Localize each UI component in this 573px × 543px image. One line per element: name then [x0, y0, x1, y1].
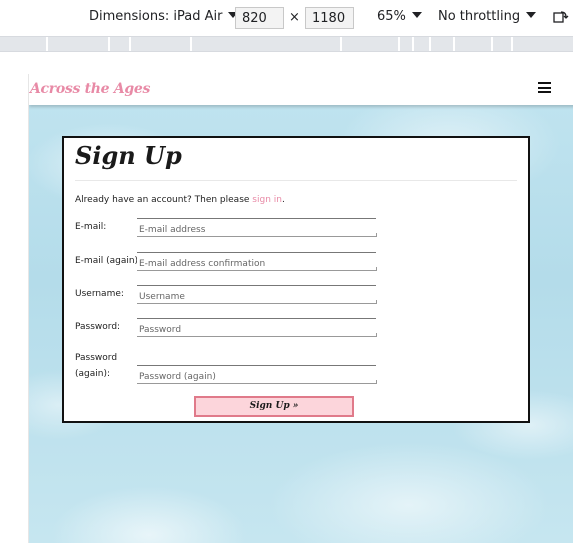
- dimensions-label: Dimensions: iPad Air: [89, 9, 223, 24]
- signup-button[interactable]: Sign Up »: [194, 396, 354, 417]
- email-again-field[interactable]: [137, 252, 377, 273]
- site-navbar: Across the Ages: [29, 74, 573, 105]
- password-again-label: Password (again):: [75, 350, 117, 382]
- password-input[interactable]: [137, 321, 376, 339]
- page-title: Sign Up: [75, 141, 182, 170]
- throttling-label: No throttling: [438, 9, 521, 24]
- username-field[interactable]: [137, 285, 377, 306]
- signin-prompt-text: Already have an account? Then please: [75, 195, 253, 205]
- site-logo[interactable]: Across the Ages: [30, 81, 150, 97]
- chevron-down-icon: [411, 12, 422, 18]
- divider: [75, 180, 517, 181]
- signin-link[interactable]: sign in: [252, 195, 282, 205]
- password-again-label-line2: (again):: [75, 369, 111, 379]
- dimension-separator: ×: [289, 10, 300, 25]
- password-field[interactable]: [137, 318, 377, 339]
- chevron-down-icon: [526, 12, 537, 18]
- signin-prompt-end: .: [281, 195, 285, 205]
- password-again-input[interactable]: [137, 368, 376, 386]
- throttling-dropdown[interactable]: No throttling: [438, 9, 537, 24]
- zoom-label: 65%: [377, 9, 406, 24]
- email-label: E-mail:: [75, 222, 107, 232]
- email-again-input[interactable]: [137, 255, 376, 273]
- signup-form-card: Sign Up Already have an account? Then pl…: [62, 136, 530, 423]
- height-input[interactable]: [305, 7, 354, 29]
- username-input[interactable]: [137, 288, 376, 306]
- zoom-dropdown[interactable]: 65%: [377, 9, 422, 24]
- password-again-field[interactable]: [137, 365, 377, 386]
- signin-prompt: Already have an account? Then please sig…: [75, 195, 285, 205]
- email-field[interactable]: [137, 218, 377, 239]
- devtools-device-toolbar: Dimensions: iPad Air × 65% No throttling: [0, 0, 573, 36]
- hamburger-menu-icon[interactable]: [538, 82, 551, 93]
- dimensions-dropdown[interactable]: Dimensions: iPad Air: [89, 9, 239, 24]
- email-again-label: E-mail (again):: [75, 256, 142, 266]
- email-input[interactable]: [137, 221, 376, 239]
- width-input[interactable]: [235, 7, 284, 29]
- rotate-icon[interactable]: [553, 10, 569, 24]
- password-again-label-line1: Password: [75, 353, 118, 363]
- media-query-ruler[interactable]: [0, 36, 573, 52]
- username-label: Username:: [75, 289, 124, 299]
- device-viewport: Across the Ages Sign Up Already have an …: [28, 74, 573, 543]
- password-label: Password:: [75, 322, 121, 332]
